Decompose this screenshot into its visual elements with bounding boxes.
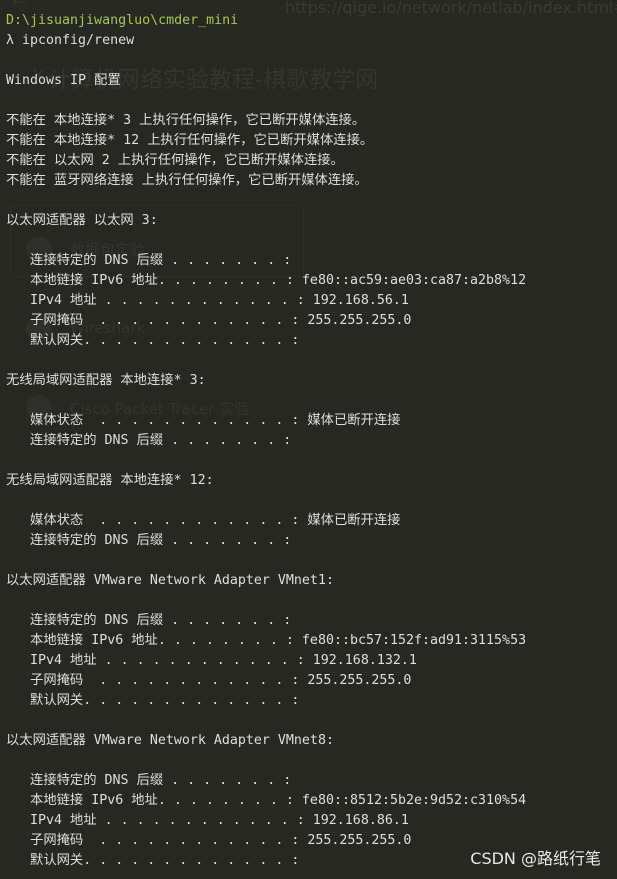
terminal-output[interactable]: D:\jisuanjiwangluo\cmder_mini λ ipconfig…: [0, 0, 617, 871]
output-line: 连接特定的 DNS 后缀 . . . . . . . :: [6, 253, 292, 268]
prompt-path: D:\jisuanjiwangluo\cmder_mini: [6, 13, 239, 28]
output-line: 连接特定的 DNS 后缀 . . . . . . . :: [6, 613, 292, 628]
csdn-watermark: CSDN @路纸行笔: [470, 849, 601, 868]
output-line: 以太网适配器 以太网 3:: [6, 213, 158, 228]
output-line: 媒体状态 . . . . . . . . . . . . : 媒体已断开连接: [6, 513, 401, 528]
output-line: 以太网适配器 VMware Network Adapter VMnet8:: [6, 733, 334, 748]
output-line: 不能在 以太网 2 上执行任何操作，它已断开媒体连接。: [6, 153, 344, 168]
output-line: IPv4 地址 . . . . . . . . . . . . : 192.16…: [6, 813, 409, 828]
output-line: 无线局域网适配器 本地连接* 12:: [6, 473, 214, 488]
output-line: 媒体状态 . . . . . . . . . . . . : 媒体已断开连接: [6, 413, 401, 428]
output-line: 无线局域网适配器 本地连接* 3:: [6, 373, 206, 388]
output-line: 连接特定的 DNS 后缀 . . . . . . . :: [6, 773, 292, 788]
output-line: 默认网关. . . . . . . . . . . . . :: [6, 693, 300, 708]
output-line: 默认网关. . . . . . . . . . . . . :: [6, 333, 300, 348]
output-line: 以太网适配器 VMware Network Adapter VMnet1:: [6, 573, 334, 588]
output-line: 本地链接 IPv6 地址. . . . . . . . : fe80::8512…: [6, 793, 527, 808]
output-line: 不能在 蓝牙网络连接 上执行任何操作，它已断开媒体连接。: [6, 173, 368, 188]
output-line: IPv4 地址 . . . . . . . . . . . . : 192.16…: [6, 293, 409, 308]
output-lines: Windows IP 配置不能在 本地连接* 3 上执行任何操作，它已断开媒体连…: [6, 51, 617, 871]
output-line: 本地链接 IPv6 地址. . . . . . . . : fe80::ac59…: [6, 273, 527, 288]
output-line: 不能在 本地连接* 12 上执行任何操作，它已断开媒体连接。: [6, 133, 374, 148]
output-line: 连接特定的 DNS 后缀 . . . . . . . :: [6, 533, 292, 548]
command-line: λ ipconfig/renew: [6, 33, 135, 48]
output-line: 不能在 本地连接* 3 上执行任何操作，它已断开媒体连接。: [6, 113, 366, 128]
output-line: IPv4 地址 . . . . . . . . . . . . : 192.16…: [6, 653, 417, 668]
output-line: Windows IP 配置: [6, 73, 121, 88]
output-line: 子网掩码 . . . . . . . . . . . . : 255.255.2…: [6, 313, 412, 328]
output-line: 本地链接 IPv6 地址. . . . . . . . : fe80::bc57…: [6, 633, 527, 648]
output-line: 连接特定的 DNS 后缀 . . . . . . . :: [6, 433, 292, 448]
output-line: 子网掩码 . . . . . . . . . . . . : 255.255.2…: [6, 673, 412, 688]
